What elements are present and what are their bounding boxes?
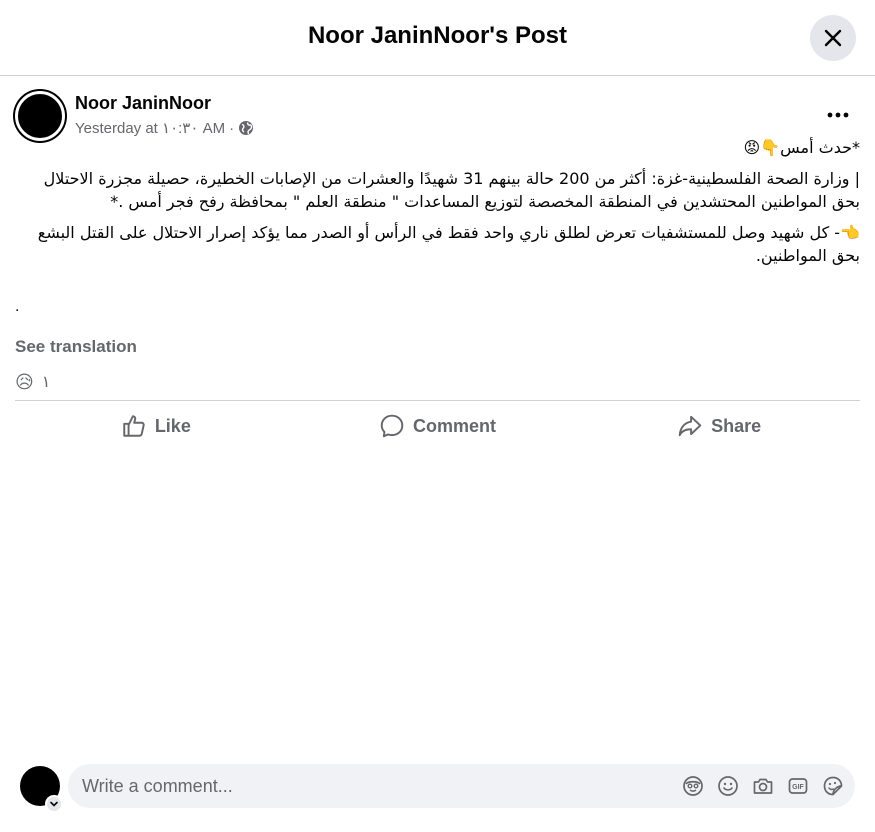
more-options-button[interactable] <box>820 103 856 127</box>
divider <box>15 400 860 401</box>
post-meta: Yesterday at ١٠:٣٠ AM · <box>75 119 254 137</box>
sad-reaction-icon: 😥 <box>15 371 34 393</box>
comment-input-wrapper: GIF <box>68 764 855 808</box>
more-dots-icon <box>827 112 849 118</box>
composer-tools: GIF <box>681 774 845 798</box>
reaction-count: ١ <box>41 374 51 391</box>
comment-button[interactable]: Comment <box>297 402 579 450</box>
globe-icon <box>239 121 254 135</box>
share-button[interactable]: Share <box>578 402 860 450</box>
thumbs-up-icon <box>123 415 145 437</box>
comment-bubble-icon <box>380 414 404 438</box>
post-actions: Like Comment Share <box>15 402 860 450</box>
dialog-header: Noor JaninNoor's Post <box>0 0 875 76</box>
gif-icon: GIF <box>788 778 808 794</box>
share-label: Share <box>711 415 762 436</box>
like-label: Like <box>154 415 191 436</box>
share-arrow-icon <box>678 415 702 437</box>
photo-button[interactable] <box>751 774 775 798</box>
author-avatar[interactable] <box>15 91 65 141</box>
meta-separator: · <box>229 119 235 137</box>
reaction-summary[interactable]: 😥 ١ <box>15 369 50 395</box>
comment-composer: GIF <box>18 762 858 813</box>
see-translation-link[interactable]: See translation <box>15 337 137 357</box>
profile-switch-button[interactable] <box>45 795 63 813</box>
gif-button[interactable]: GIF <box>786 774 810 798</box>
post-paragraph: 👈- كل شهيد وصل للمستشفيات تعرض لطلق ناري… <box>37 223 860 265</box>
sticker-button[interactable] <box>821 774 845 798</box>
post-trailing-dot: . <box>15 298 20 315</box>
comment-label: Comment <box>413 415 497 436</box>
comment-input[interactable] <box>82 764 642 808</box>
post-timestamp[interactable]: Yesterday at ١٠:٣٠ AM <box>75 119 225 137</box>
sticker-icon <box>823 776 843 796</box>
like-button[interactable]: Like <box>15 402 297 450</box>
close-button[interactable] <box>810 15 856 61</box>
post-body: *حدث أمس👇😡 | وزارة الصحة الفلسطينية-غزة:… <box>15 136 860 275</box>
camera-icon <box>753 778 773 794</box>
emoji-button[interactable] <box>716 774 740 798</box>
author-name[interactable]: Noor JaninNoor <box>75 93 211 114</box>
close-icon <box>824 29 842 47</box>
avatar-sticker-button[interactable] <box>681 774 705 798</box>
post-paragraph: *حدث أمس👇😡 <box>743 138 860 157</box>
smiley-icon <box>718 776 738 796</box>
post-paragraph: | وزارة الصحة الفلسطينية-غزة: أكثر من 20… <box>43 169 860 211</box>
avatar-sticker-icon <box>683 776 703 796</box>
dialog-title: Noor JaninNoor's Post <box>307 22 568 49</box>
svg-text:GIF: GIF <box>792 784 804 791</box>
chevron-down-icon <box>50 801 58 807</box>
